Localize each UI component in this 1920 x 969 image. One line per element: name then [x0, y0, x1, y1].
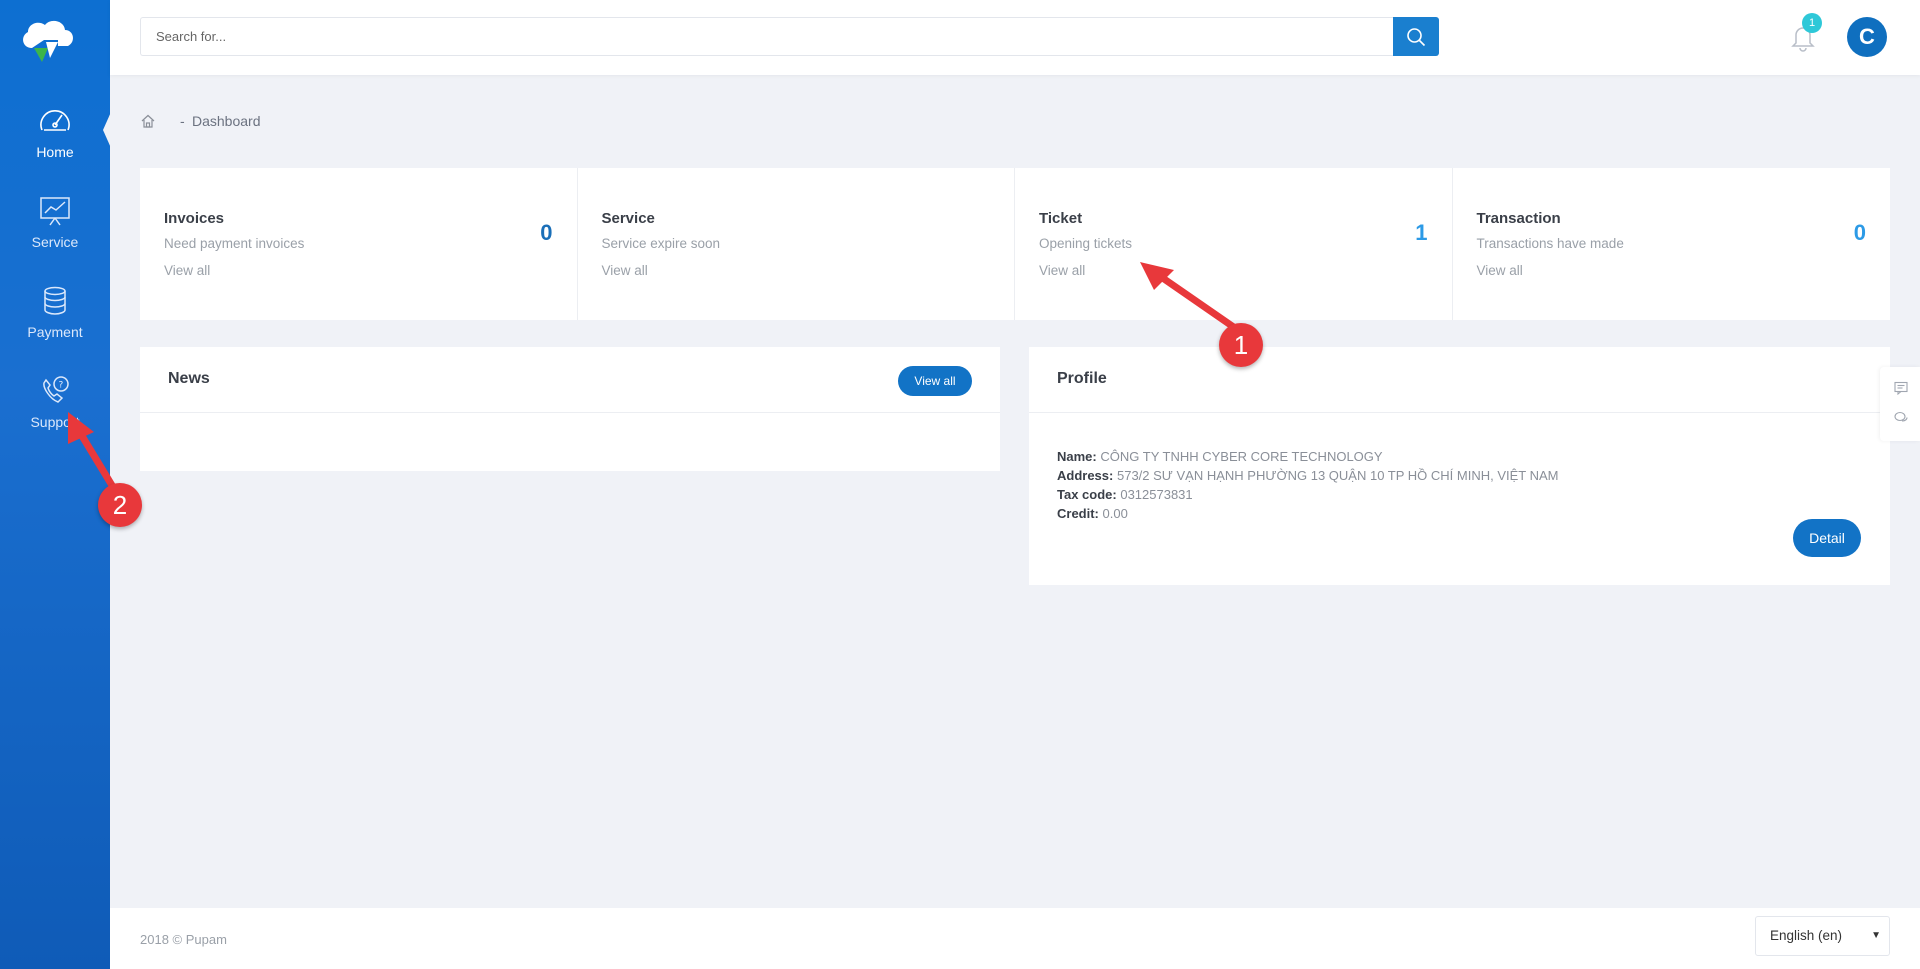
stat-invoices: Invoices Need payment invoices View all … [140, 168, 578, 320]
news-card: News View all [140, 347, 1000, 471]
news-view-all-button[interactable]: View all [898, 366, 972, 396]
profile-card: Profile Name: CÔNG TY TNHH CYBER CORE TE… [1029, 347, 1890, 585]
view-all-link[interactable]: View all [602, 263, 648, 278]
news-card-header: News View all [140, 347, 1000, 413]
breadcrumb-current: Dashboard [192, 113, 261, 129]
stat-value: 0 [540, 220, 553, 245]
sidebar: Home Service Payment ? Support [0, 0, 110, 969]
top-header: 1 C [110, 0, 1920, 75]
sidebar-item-support[interactable]: ? Support [0, 374, 110, 454]
view-all-link[interactable]: View all [1477, 263, 1523, 278]
stat-subtitle: Need payment invoices [164, 236, 305, 251]
profile-credit-label: Credit: [1057, 506, 1099, 521]
chart-board-icon [40, 197, 70, 226]
stat-title: Transaction [1476, 210, 1561, 227]
notification-badge: 1 [1802, 13, 1822, 33]
stats-panel: Invoices Need payment invoices View all … [140, 168, 1890, 320]
stat-ticket: Ticket Opening tickets View all 1 [1015, 168, 1453, 320]
profile-name-label: Name: [1057, 449, 1097, 464]
chat-icon[interactable] [1894, 411, 1908, 425]
sidebar-item-home[interactable]: Home [0, 104, 110, 184]
search-icon [1407, 28, 1426, 47]
stat-subtitle: Service expire soon [601, 236, 721, 251]
phone-question-icon: ? [43, 376, 69, 403]
stat-title: Service [601, 210, 655, 227]
search-bar [140, 17, 1439, 56]
sidebar-item-label: Payment [27, 324, 83, 340]
caret-down-icon: ▼ [1871, 930, 1881, 941]
cloud-logo-icon[interactable] [18, 18, 78, 64]
breadcrumb-separator: - [180, 113, 185, 129]
view-all-link[interactable]: View all [1039, 263, 1085, 278]
stat-value: 1 [1415, 220, 1428, 245]
profile-address-label: Address: [1057, 468, 1114, 483]
stat-subtitle: Transactions have made [1476, 236, 1624, 251]
footer: 2018 © Pupam English (en) ▼ [110, 908, 1920, 969]
profile-name-value: CÔNG TY TNHH CYBER CORE TECHNOLOGY [1100, 449, 1383, 464]
profile-credit-row: Credit: 0.00 [1057, 504, 1559, 523]
profile-tax-value: 0312573831 [1120, 487, 1193, 502]
svg-text:?: ? [59, 381, 64, 391]
floating-side-panel [1880, 367, 1920, 441]
coins-icon [44, 286, 66, 315]
profile-card-header: Profile [1029, 347, 1890, 413]
stat-subtitle: Opening tickets [1039, 236, 1133, 251]
profile-credit-value: 0.00 [1102, 506, 1128, 521]
sidebar-item-service[interactable]: Service [0, 194, 110, 274]
language-value: English (en) [1770, 928, 1843, 943]
search-input[interactable] [140, 17, 1393, 56]
copyright-text: 2018 © Pupam [140, 932, 227, 947]
home-icon[interactable] [140, 113, 156, 129]
annotation-badge-1: 1 [1219, 323, 1263, 367]
sidebar-item-label: Home [36, 144, 74, 160]
profile-tax-row: Tax code: 0312573831 [1057, 485, 1559, 504]
avatar[interactable]: C [1847, 17, 1887, 57]
stat-title: Invoices [164, 210, 225, 227]
profile-tax-label: Tax code: [1057, 487, 1117, 502]
detail-button[interactable]: Detail [1793, 519, 1861, 557]
profile-address-value: 573/2 SƯ VẠN HẠNH PHƯỜNG 13 QUẬN 10 TP H… [1116, 468, 1559, 483]
profile-address-row: Address: 573/2 SƯ VẠN HẠNH PHƯỜNG 13 QUẬ… [1057, 466, 1559, 485]
stat-transaction: Transaction Transactions have made View … [1453, 168, 1891, 320]
profile-title: Profile [1057, 370, 1107, 387]
message-icon[interactable] [1894, 381, 1908, 395]
language-select[interactable]: English (en) ▼ [1755, 916, 1890, 956]
stat-service: Service Service expire soon View all [578, 168, 1015, 320]
view-all-link[interactable]: View all [164, 263, 210, 278]
stat-value: 0 [1853, 220, 1866, 245]
news-title: News [168, 370, 210, 387]
sidebar-item-payment[interactable]: Payment [0, 284, 110, 364]
speedometer-icon [40, 110, 70, 131]
profile-name-row: Name: CÔNG TY TNHH CYBER CORE TECHNOLOGY [1057, 447, 1559, 466]
search-button[interactable] [1393, 17, 1439, 56]
stat-title: Ticket [1039, 210, 1083, 227]
sidebar-item-label: Support [30, 414, 80, 430]
sidebar-item-label: Service [31, 234, 79, 250]
active-indicator [103, 112, 111, 148]
annotation-badge-2: 2 [98, 483, 142, 527]
profile-details: Name: CÔNG TY TNHH CYBER CORE TECHNOLOGY… [1057, 447, 1559, 523]
